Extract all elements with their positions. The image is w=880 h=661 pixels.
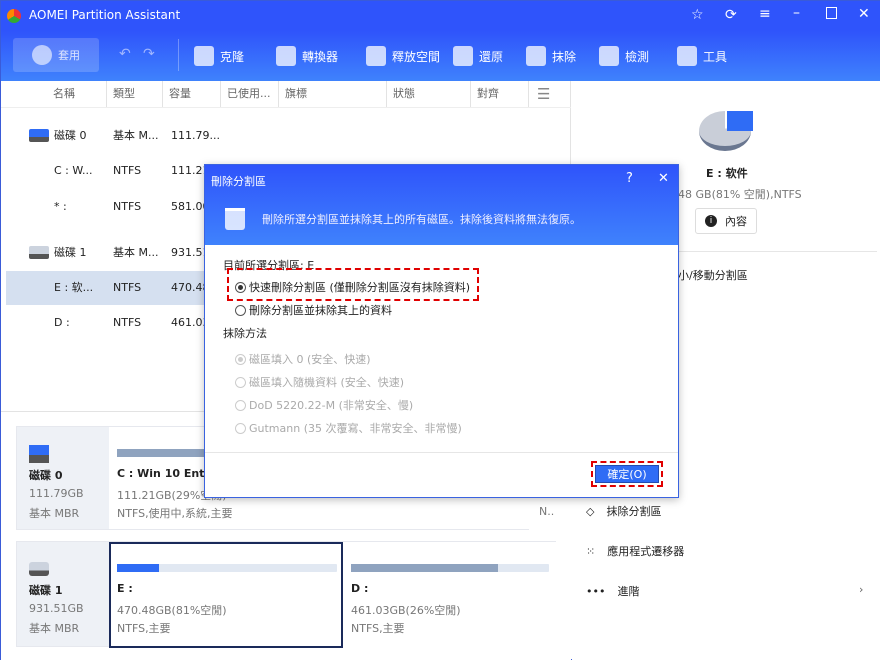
converter-button[interactable]: 轉換器 [276,43,338,69]
maximize-button[interactable] [826,7,837,19]
dialog-title: 刪除分割區 [211,175,266,188]
ok-button[interactable]: 確定(O) [595,465,659,483]
partition-e[interactable]: E : 470.48GB(81%空閒) NTFS,主要 [109,542,343,648]
app-title: AOMEI Partition Assistant [29,8,181,22]
menu-wipe-partition[interactable]: ◇ 抹除分割區 [586,501,661,521]
wipe-method-label: 抹除方法 [223,327,267,340]
col-status[interactable]: 狀態 [387,81,471,107]
chevron-right-icon[interactable]: › [859,583,863,596]
delete-partition-dialog: 刪除分割區 ? ✕ 刪除所選分割區並抹除其上的所有磁區。抹除後資料將無法復原。 … [204,164,679,498]
pie-slice [727,111,753,131]
info-icon: i [705,215,717,227]
disk1-card[interactable]: 磁碟 1 931.51GB 基本 MBR E : 470.48GB(81%空閒)… [16,541,556,648]
table-row[interactable]: 磁碟 0 基本 M... 111.79... [6,119,571,153]
clone-icon [194,46,214,66]
free-space-button[interactable]: 釋放空間 [366,43,440,69]
partition-d[interactable]: D : 461.03GB(26%空閒) NTFS,主要 [343,542,556,648]
disk-icon [29,129,49,142]
convert-icon [276,46,296,66]
disk-icon [29,562,49,576]
menu-app-mover[interactable]: ⁙ 應用程式遷移器 [586,541,684,561]
system-disk-icon [29,445,49,463]
title-bar: AOMEI Partition Assistant ☆ ⟳ ≡ – ✕ [1,1,880,31]
column-settings-icon[interactable]: ☰ [537,85,550,103]
dots-grid-icon: ⁙ [586,544,596,558]
method-dod-radio[interactable]: DoD 5220.22-M (非常安全、慢) [235,397,413,413]
dialog-description: 刪除所選分割區並抹除其上的所有磁區。抹除後資料將無法復原。 [262,213,581,226]
clone-button[interactable]: 克隆 [194,43,244,69]
trash-icon [225,208,245,230]
grid-icon [677,46,697,66]
menu-resize-move[interactable]: 小/移動分割區 [678,267,748,283]
properties-button[interactable]: i 內容 [695,208,757,234]
check-button[interactable]: 檢測 [599,43,649,69]
help-button[interactable]: ? [626,171,633,186]
col-capacity[interactable]: 容量 [163,81,221,107]
app-logo-icon [7,9,21,23]
apply-button[interactable]: 套用 [13,38,99,72]
menu-advanced[interactable]: ••• 進階 [586,581,639,601]
restore-button[interactable]: 還原 [453,43,503,69]
tools-button[interactable]: 工具 [677,43,727,69]
menu-icon[interactable]: ≡ [759,6,771,22]
close-button[interactable]: ✕ [858,6,870,22]
partition-info: 48 GB(81% 空閒),NTFS [678,188,802,201]
disk-type: 基本 MBR [29,507,80,520]
redo-icon[interactable]: ↷ [143,46,155,62]
col-used[interactable]: 已使用... [221,81,279,107]
dialog-close-button[interactable]: ✕ [658,171,669,186]
method-zero-radio[interactable]: 磁區填入 0 (安全、快速) [235,351,371,367]
refresh-icon[interactable]: ⟳ [725,7,737,23]
disk-icon [29,246,49,259]
undo-icon[interactable]: ↶ [119,46,131,62]
pulse-icon [599,46,619,66]
delete-wipe-radio[interactable]: 刪除分割區並抹除其上的資料 [235,302,392,318]
restore-icon [453,46,473,66]
star-icon[interactable]: ☆ [691,7,704,23]
wipe-button[interactable]: 抹除 [526,43,576,69]
quick-delete-radio[interactable]: 快速刪除分割區 (僅刪除分割區沒有抹除資料) [235,279,470,295]
minimize-button[interactable]: – [793,5,800,21]
disk-size: 111.79GB [29,487,84,500]
col-align[interactable]: 對齊 [471,81,529,107]
toolbar: 套用 ↶ ↷ 克隆 轉換器 釋放空間 還原 抹除 檢測 工具 [1,31,880,81]
method-gutmann-radio[interactable]: Gutmann (35 次覆寫、非常安全、非常慢) [235,420,462,436]
check-icon [32,45,52,65]
col-flag[interactable]: 旗標 [279,81,387,107]
expand-icon [366,46,386,66]
method-random-radio[interactable]: 磁區填入隨機資料 (安全、快速) [235,374,404,390]
disk-name: 磁碟 0 [29,469,63,482]
col-name[interactable]: 名稱 [47,81,107,107]
partition-title: E : 软件 [706,167,748,180]
eraser-icon: ◇ [586,504,595,518]
shredder-icon [526,46,546,66]
more-icon: ••• [586,584,606,598]
col-type[interactable]: 類型 [107,81,163,107]
